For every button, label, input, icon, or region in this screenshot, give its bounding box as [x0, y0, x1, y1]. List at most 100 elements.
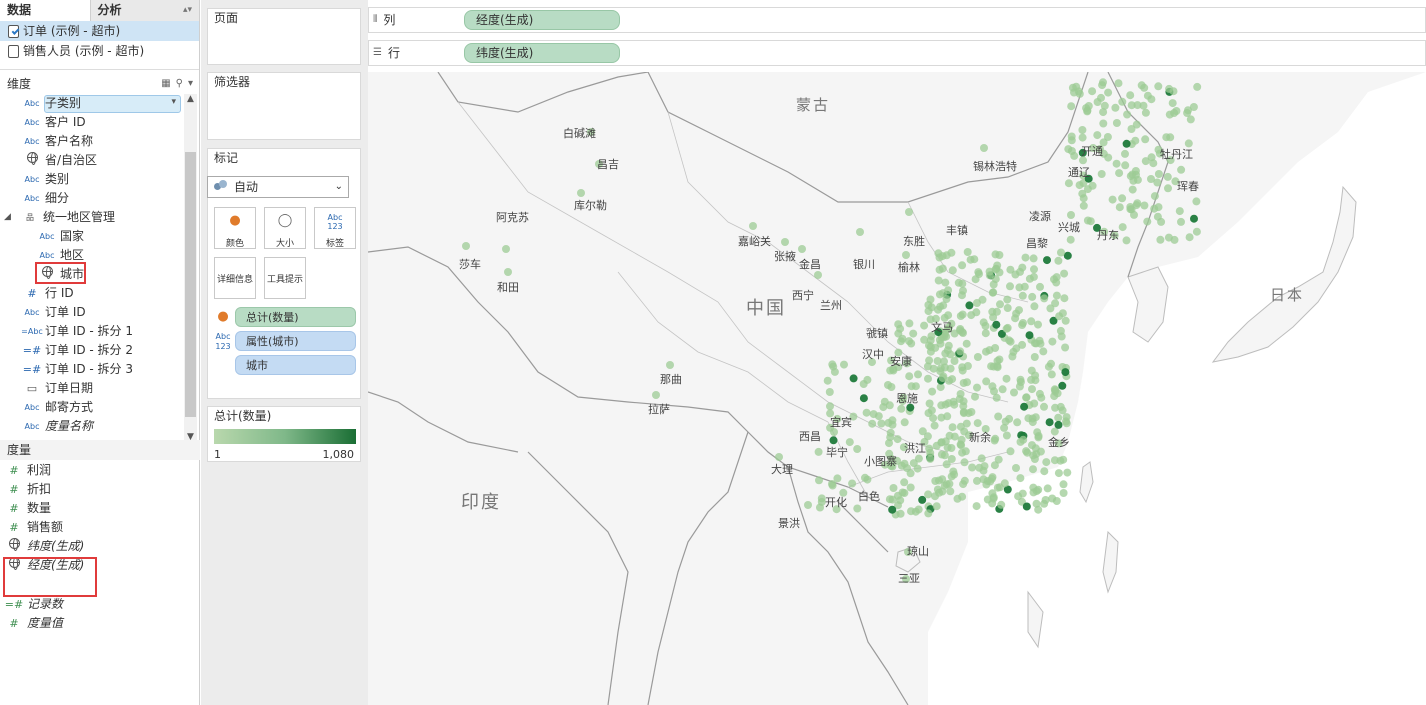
tab-data[interactable]: 数据 [0, 0, 91, 21]
city-mark[interactable] [948, 423, 957, 432]
city-mark[interactable] [885, 495, 894, 504]
city-mark[interactable] [972, 502, 981, 511]
city-mark[interactable] [979, 318, 988, 327]
city-mark[interactable] [998, 385, 1007, 394]
city-mark[interactable] [1088, 87, 1097, 96]
city-mark[interactable] [1078, 126, 1087, 134]
city-mark[interactable] [1150, 192, 1159, 201]
city-mark[interactable] [804, 501, 812, 509]
city-mark[interactable] [1104, 153, 1113, 162]
city-mark[interactable] [1039, 347, 1048, 356]
city-mark[interactable] [1028, 418, 1037, 427]
city-mark[interactable] [1062, 417, 1070, 426]
city-mark[interactable] [968, 463, 977, 472]
city-mark[interactable] [879, 403, 888, 412]
field-profit[interactable]: # 利润 [2, 461, 51, 480]
city-mark[interactable] [1060, 294, 1069, 303]
city-mark[interactable] [907, 507, 915, 516]
city-mark[interactable] [991, 344, 1000, 352]
city-mark[interactable] [1154, 82, 1163, 91]
city-mark[interactable] [1059, 489, 1068, 497]
city-mark[interactable] [1059, 480, 1068, 489]
city-mark[interactable] [1052, 497, 1061, 505]
city-mark[interactable] [920, 335, 929, 344]
city-mark[interactable] [1192, 227, 1201, 236]
city-mark[interactable] [823, 376, 832, 385]
city-mark[interactable] [944, 311, 953, 320]
city-mark[interactable] [1186, 115, 1195, 124]
city-mark[interactable] [959, 480, 968, 489]
city-mark[interactable] [929, 414, 938, 423]
city-mark[interactable] [988, 307, 997, 316]
city-mark[interactable] [1030, 399, 1039, 408]
city-mark[interactable] [900, 489, 909, 497]
city-mark[interactable] [798, 245, 806, 253]
city-mark[interactable] [973, 419, 982, 428]
city-mark[interactable] [888, 505, 897, 514]
city-mark[interactable] [956, 347, 965, 356]
city-mark[interactable] [848, 479, 857, 488]
city-mark[interactable] [1002, 374, 1011, 383]
city-mark[interactable] [1051, 299, 1060, 308]
city-mark[interactable] [1056, 326, 1065, 335]
city-mark[interactable] [825, 388, 834, 396]
detail-button[interactable]: 详细信息 [214, 257, 256, 299]
city-mark[interactable] [1002, 431, 1011, 440]
city-mark[interactable] [931, 477, 940, 485]
city-mark[interactable] [1015, 306, 1023, 315]
city-mark[interactable] [963, 362, 972, 370]
rows-shelf[interactable]: ☰ 行 纬度(生成) [368, 40, 1426, 66]
city-mark[interactable] [947, 444, 956, 452]
city-mark[interactable] [1053, 389, 1062, 398]
city-mark[interactable] [1010, 388, 1018, 397]
rows-pill-latitude[interactable]: 纬度(生成) [464, 43, 620, 63]
tab-analysis[interactable]: 分析 ▴▾ [90, 0, 199, 21]
city-mark[interactable] [1028, 441, 1036, 450]
city-mark[interactable] [1064, 145, 1073, 154]
city-mark[interactable] [997, 500, 1006, 509]
city-mark[interactable] [900, 418, 909, 427]
city-mark[interactable] [927, 406, 936, 415]
field-order-date[interactable]: ▭ 订单日期 [20, 379, 93, 398]
city-mark[interactable] [1192, 197, 1201, 206]
city-mark[interactable] [1014, 492, 1023, 501]
city-mark[interactable] [1040, 467, 1049, 476]
city-mark[interactable] [1063, 468, 1072, 477]
city-mark[interactable] [814, 447, 823, 456]
marks-pill-attr-city[interactable]: 属性(城市) [235, 331, 356, 351]
city-mark[interactable] [1143, 217, 1152, 226]
city-mark[interactable] [1042, 458, 1051, 467]
city-mark[interactable] [1097, 93, 1105, 102]
city-mark[interactable] [1115, 203, 1124, 212]
city-mark[interactable] [959, 409, 968, 418]
city-mark[interactable] [1150, 204, 1159, 213]
city-mark[interactable] [909, 459, 918, 468]
city-mark[interactable] [830, 367, 839, 376]
city-mark[interactable] [990, 461, 999, 470]
city-mark[interactable] [1055, 312, 1064, 321]
city-mark[interactable] [1003, 304, 1012, 312]
city-mark[interactable] [990, 387, 998, 396]
columns-shelf[interactable]: ⦀ 列 经度(生成) [368, 7, 1426, 33]
datasource-orders[interactable]: 订单 (示例 - 超市) [0, 21, 199, 41]
city-mark[interactable] [1018, 263, 1027, 272]
city-mark[interactable] [995, 355, 1004, 364]
city-mark[interactable] [1067, 102, 1076, 111]
city-mark[interactable] [950, 432, 959, 441]
city-mark[interactable] [1028, 385, 1036, 394]
city-mark[interactable] [1141, 135, 1150, 144]
field-quantity[interactable]: # 数量 [2, 499, 51, 518]
city-mark[interactable] [849, 374, 858, 383]
city-mark[interactable] [1162, 133, 1171, 142]
city-mark[interactable] [1061, 343, 1070, 352]
city-mark[interactable] [1122, 236, 1131, 245]
city-mark[interactable] [1030, 353, 1039, 361]
city-mark[interactable] [1060, 269, 1069, 278]
mark-type-dropdown[interactable]: 自动 ⌄ [207, 176, 349, 198]
city-mark[interactable] [1054, 469, 1063, 478]
field-order-id[interactable]: Abc 订单 ID [20, 303, 86, 322]
city-mark[interactable] [1059, 455, 1068, 464]
city-mark[interactable] [1013, 418, 1022, 427]
city-mark[interactable] [989, 362, 998, 371]
city-mark[interactable] [749, 222, 757, 230]
